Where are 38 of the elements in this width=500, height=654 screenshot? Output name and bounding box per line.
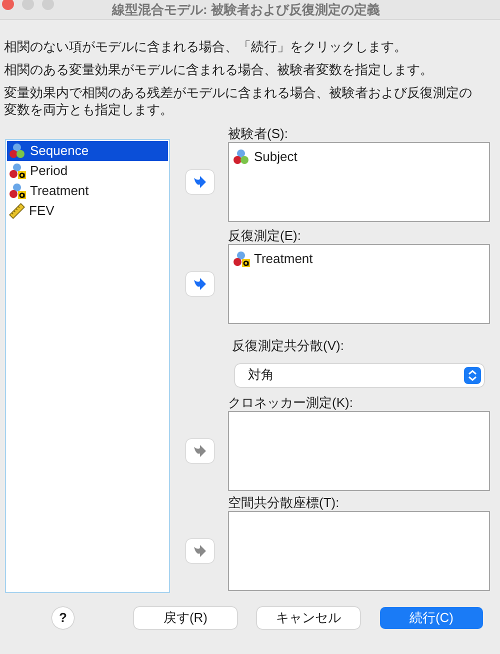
balls-letter-icon bbox=[9, 163, 26, 179]
continue-button[interactable]: 続行(C) bbox=[380, 607, 483, 629]
field-label: 空間共分散座標(T): bbox=[228, 494, 340, 510]
variable-list-box[interactable] bbox=[228, 510, 490, 590]
source-variable-list[interactable]: Sequence Period Treatment FEV bbox=[5, 139, 170, 593]
instruction-text: 相関のない項がモデルに含まれる場合、「続行」をクリックします。 bbox=[4, 38, 408, 55]
reset-button[interactable]: 戻す(R) bbox=[134, 607, 237, 629]
arrow-icon bbox=[193, 278, 207, 290]
variable-name: Treatment bbox=[254, 250, 313, 268]
close-icon[interactable] bbox=[2, 0, 14, 10]
arrow-icon bbox=[193, 176, 207, 188]
variable-list-box[interactable]: Treatment bbox=[228, 244, 490, 324]
arrow-icon bbox=[193, 544, 207, 556]
balls-letter-icon bbox=[233, 250, 250, 267]
move-button[interactable] bbox=[186, 170, 214, 194]
move-button[interactable] bbox=[186, 272, 214, 296]
instruction-text: 変量効果内で相関のある残差がモデルに含まれる場合、被験者および反復測定の変数を両方とも指定します。 bbox=[4, 84, 473, 118]
balls-icon bbox=[9, 143, 26, 159]
chevron-updown-icon bbox=[464, 366, 481, 384]
field-label: 被験者(S): bbox=[228, 126, 289, 142]
variable-item[interactable]: Sequence bbox=[7, 141, 168, 161]
variable-list-box[interactable] bbox=[228, 410, 490, 490]
field-label: 反復測定(E): bbox=[228, 228, 302, 244]
variable-name: Subject bbox=[254, 148, 298, 166]
help-button[interactable]: ? bbox=[52, 607, 74, 629]
cancel-button[interactable]: キャンセル bbox=[257, 607, 360, 629]
variable-item[interactable]: Treatment bbox=[7, 181, 168, 201]
variable-item[interactable]: Period bbox=[7, 161, 168, 181]
instruction-text: 相関のある変量効果がモデルに含まれる場合、被験者変数を指定します。 bbox=[4, 61, 434, 78]
arrow-icon bbox=[193, 444, 207, 456]
covariance-select[interactable]: 対角 bbox=[235, 364, 484, 386]
window-title: 線型混合モデル: 被験者および反復測定の定義 bbox=[112, 1, 380, 18]
field-label: 反復測定共分散(V): bbox=[232, 337, 345, 355]
field-label: クロネッカー測定(K): bbox=[228, 394, 354, 410]
variable-item[interactable]: FEV bbox=[7, 201, 168, 221]
balls-letter-icon bbox=[9, 183, 26, 199]
variable-list-box[interactable]: Subject bbox=[228, 142, 490, 222]
balls-icon bbox=[233, 148, 250, 165]
